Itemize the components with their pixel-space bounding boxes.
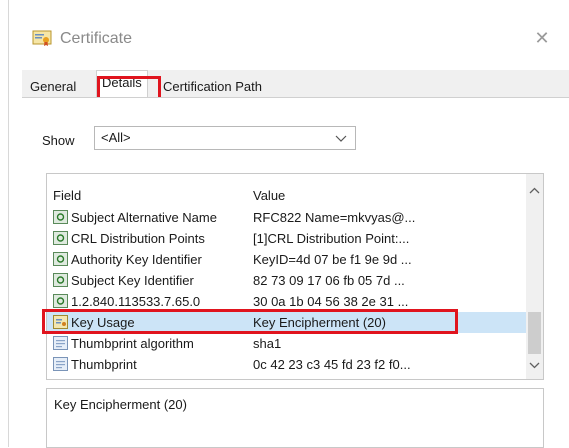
- window-title: Certificate: [60, 30, 133, 47]
- field-name: Thumbprint algorithm: [71, 336, 194, 351]
- certificate-icon: [32, 30, 52, 46]
- field-name: Subject Key Identifier: [71, 273, 194, 288]
- field-icon: [53, 273, 68, 287]
- dialog-client: General Details Certification Path Show …: [22, 70, 569, 448]
- field-value: [1]CRL Distribution Point:...: [253, 231, 410, 246]
- field-name: CRL Distribution Points: [71, 231, 205, 246]
- title-bar: Certificate ✕: [0, 0, 569, 52]
- list-item[interactable]: Subject Alternative Name RFC822 Name=mkv…: [47, 207, 527, 228]
- document-icon: [53, 357, 68, 371]
- field-value: KeyID=4d 07 be f1 9e 9d ...: [253, 252, 412, 267]
- field-value: sha1: [253, 336, 282, 351]
- field-name: 1.2.840.113533.7.65.0: [71, 294, 201, 309]
- field-list[interactable]: Field Value Subject Alternative Name RFC…: [46, 173, 544, 380]
- scroll-up-icon[interactable]: [526, 182, 543, 199]
- column-header-value[interactable]: Value: [253, 188, 285, 203]
- list-item[interactable]: Thumbprint algorithm sha1: [47, 333, 527, 354]
- show-label: Show: [42, 133, 75, 148]
- details-tab-page: Show <All> Field Value Subject Alternati…: [22, 97, 569, 448]
- field-icon: [53, 252, 68, 266]
- tab-certification-path[interactable]: Certification Path: [163, 76, 262, 98]
- vertical-scrollbar[interactable]: [526, 174, 543, 379]
- field-name: Authority Key Identifier: [71, 252, 202, 267]
- tab-general[interactable]: General: [30, 76, 76, 98]
- field-value: 0c 42 23 c3 45 fd 23 f2 f0...: [253, 357, 411, 372]
- list-item-selected[interactable]: Key Usage Key Encipherment (20): [47, 312, 527, 333]
- list-item[interactable]: CRL Distribution Points [1]CRL Distribut…: [47, 228, 527, 249]
- column-header-field[interactable]: Field: [53, 188, 81, 203]
- key-usage-icon: [53, 315, 68, 329]
- field-name: Thumbprint: [71, 357, 137, 372]
- field-name: Subject Alternative Name: [71, 210, 217, 225]
- field-icon: [53, 231, 68, 245]
- close-icon[interactable]: ✕: [530, 27, 554, 49]
- field-detail-text: Key Encipherment (20): [54, 397, 187, 412]
- show-dropdown-value: <All>: [101, 130, 131, 145]
- tab-details[interactable]: Details: [96, 70, 148, 99]
- scrollbar-thumb[interactable]: [528, 312, 541, 354]
- field-value: 30 0a 1b 04 56 38 2e 31 ...: [253, 294, 409, 309]
- scroll-down-icon[interactable]: [526, 357, 543, 374]
- field-icon: [53, 294, 68, 308]
- list-item[interactable]: 1.2.840.113533.7.65.0 30 0a 1b 04 56 38 …: [47, 291, 527, 312]
- field-name: Key Usage: [71, 315, 135, 330]
- tab-strip: General Details Certification Path: [22, 70, 569, 99]
- field-icon: [53, 210, 68, 224]
- window-edge: [8, 0, 9, 447]
- field-detail-box[interactable]: Key Encipherment (20): [46, 388, 544, 448]
- list-item[interactable]: Thumbprint 0c 42 23 c3 45 fd 23 f2 f0...: [47, 354, 527, 375]
- document-icon: [53, 336, 68, 350]
- show-dropdown[interactable]: <All>: [94, 126, 356, 150]
- field-value: 82 73 09 17 06 fb 05 7d ...: [253, 273, 405, 288]
- field-value: RFC822 Name=mkvyas@...: [253, 210, 416, 225]
- certificate-dialog: Certificate ✕ General Details Certificat…: [0, 0, 569, 448]
- list-item[interactable]: Authority Key Identifier KeyID=4d 07 be …: [47, 249, 527, 270]
- chevron-down-icon: [335, 135, 347, 142]
- field-value: Key Encipherment (20): [253, 315, 386, 330]
- list-item[interactable]: Subject Key Identifier 82 73 09 17 06 fb…: [47, 270, 527, 291]
